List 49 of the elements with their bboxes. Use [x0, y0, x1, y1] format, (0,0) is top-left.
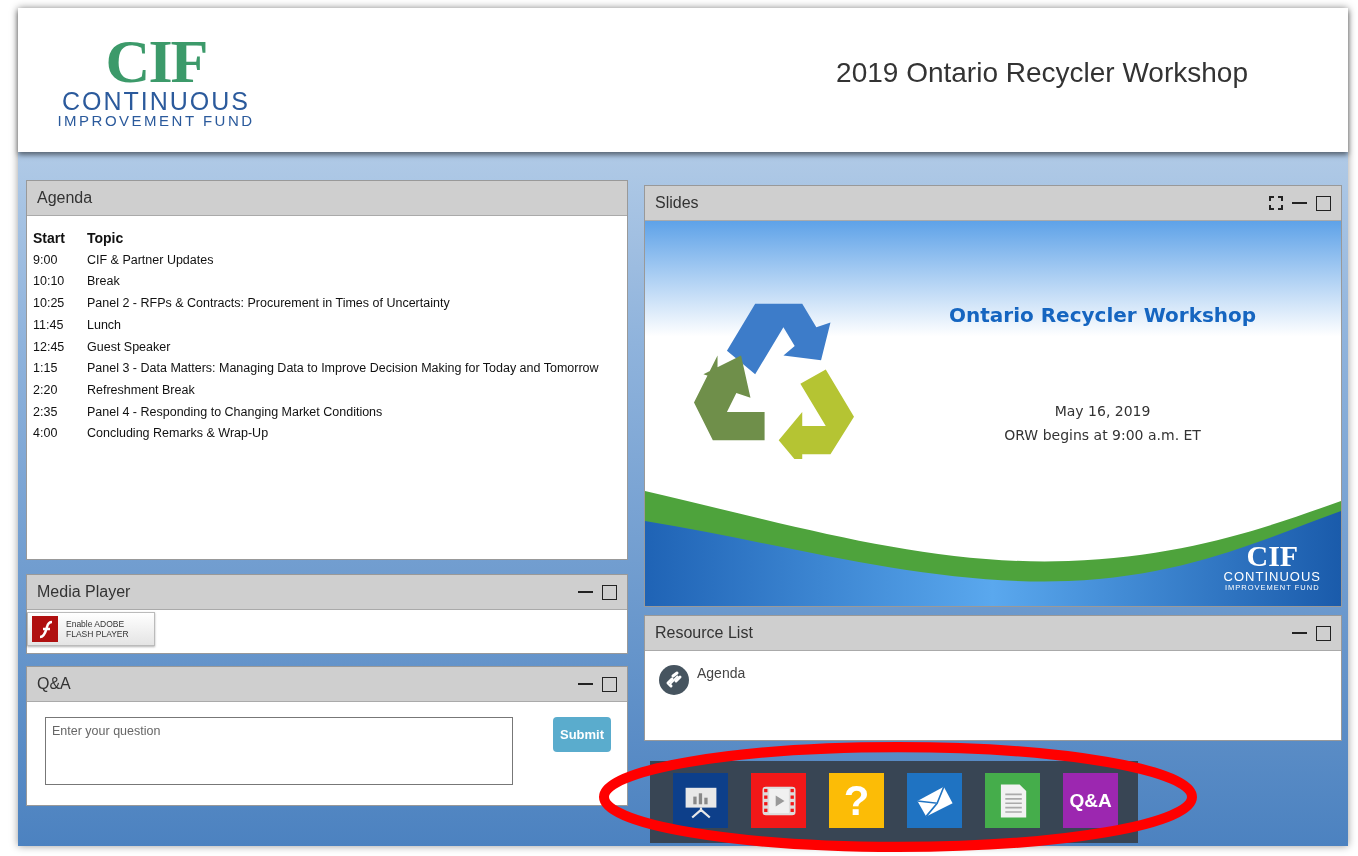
start-time: 2:35 — [33, 403, 59, 421]
agenda-topic: Concluding Remarks & Wrap-Up — [87, 425, 269, 443]
panel-title: Media Player — [37, 583, 131, 601]
start-time: 9:00 — [33, 251, 59, 269]
column-header: Start — [33, 230, 66, 247]
panel-title: Agenda — [37, 189, 93, 207]
logo-mark: CIF — [105, 32, 207, 89]
agenda-topic: Break — [87, 273, 120, 291]
logo-mark: CIF — [1246, 542, 1299, 570]
agenda-topic: Panel 3 - Data Matters: Managing Data to Improve Decision Making for Today and Tomorrow — [87, 360, 599, 377]
video-button[interactable] — [751, 773, 806, 828]
logo-text: CONTINUOUS — [1223, 570, 1321, 583]
slide-date: May 16, 2019 — [1054, 402, 1151, 421]
event-title: 2019 Ontario Recycler Workshop — [836, 57, 1248, 89]
agenda-topic: Lunch — [87, 316, 122, 334]
start-time: 10:25 — [33, 295, 66, 312]
panel-title: Slides — [655, 194, 699, 212]
maximize-icon[interactable] — [602, 584, 617, 600]
mail-button[interactable] — [907, 773, 962, 828]
link-icon — [659, 665, 689, 695]
start-time: 10:10 — [33, 273, 66, 291]
question-field[interactable]: Enter your question — [45, 717, 513, 785]
slide-title: Ontario Recycler Workshop — [949, 303, 1257, 327]
start-time: 12:45 — [33, 338, 66, 356]
fullscreen-icon[interactable] — [1269, 196, 1283, 210]
qa-button[interactable]: Q&A — [1063, 773, 1118, 828]
slide-time: ORW begins at 9:00 a.m. ET — [1004, 426, 1201, 445]
agenda-topic: Refreshment Break — [87, 381, 195, 399]
document-button[interactable] — [985, 773, 1040, 828]
logo-text: CONTINUOUS — [61, 88, 251, 113]
start-time: 2:20 — [33, 381, 59, 399]
panel-title: Q&A — [37, 675, 71, 693]
agenda-topic: Panel 2 - RFPs & Contracts: Procurement in Times of Uncertainty — [87, 295, 450, 312]
start-time: 1:15 — [33, 360, 59, 377]
start-time: 11:45 — [33, 316, 65, 334]
enable-flash-button[interactable]: Enable ADOBE FLASH PLAYER — [27, 612, 155, 646]
agenda-topic: CIF & Partner Updates — [87, 251, 214, 269]
logo-subtext: IMPROVEMENT FUND — [57, 112, 255, 128]
column-header: Topic — [87, 230, 124, 247]
maximize-icon[interactable] — [602, 676, 617, 692]
maximize-icon[interactable] — [1316, 625, 1331, 641]
maximize-icon[interactable] — [1316, 195, 1331, 211]
panel-title: Resource List — [655, 624, 753, 642]
resource-link[interactable]: Agenda — [697, 665, 746, 681]
start-time: 4:00 — [33, 425, 59, 443]
agenda-topic: Guest Speaker — [87, 338, 171, 356]
presentation-button[interactable] — [673, 773, 728, 828]
agenda-topic: Panel 4 - Responding to Changing Market Conditions — [87, 403, 383, 421]
flash-logo-icon — [32, 616, 58, 642]
